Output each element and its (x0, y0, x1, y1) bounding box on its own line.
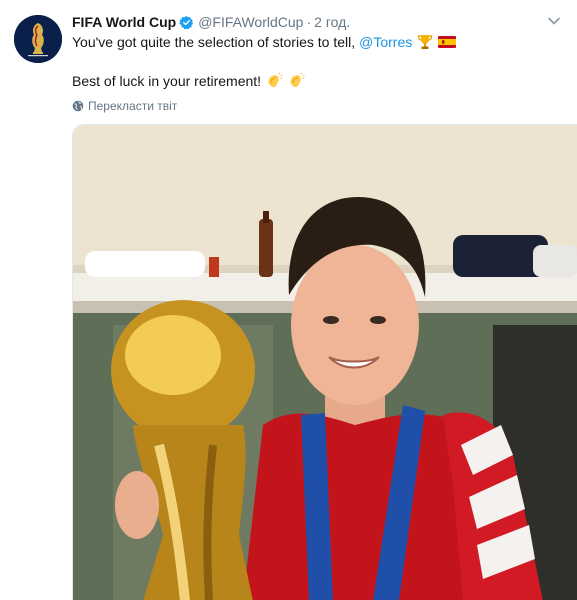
globe-icon (72, 100, 84, 112)
fifa-world-cup-logo-icon (14, 15, 62, 63)
translate-tweet-link[interactable]: Перекласти твіт (72, 99, 177, 113)
separator: · (306, 14, 312, 30)
author-handle[interactable]: @FIFAWorldCup (198, 14, 303, 30)
tweet-text: You've got quite the selection of storie… (72, 32, 562, 91)
clapping-hands-icon (268, 72, 283, 88)
tweet-text-line1: You've got quite the selection of storie… (72, 34, 356, 50)
avatar[interactable] (14, 15, 62, 63)
spain-flag-icon (438, 36, 457, 48)
verified-badge-icon (179, 15, 194, 29)
tweet-header: FIFA World Cup @FIFAWorldCup · 2 год. (72, 12, 350, 32)
mention-link[interactable]: @Torres (359, 32, 412, 52)
clapping-hands-icon (290, 72, 305, 88)
timestamp[interactable]: 2 год. (314, 14, 350, 30)
author-name[interactable]: FIFA World Cup (72, 14, 176, 30)
tweet-text-line2: Best of luck in your retirement! (72, 73, 262, 89)
tweet-photo[interactable] (72, 124, 577, 600)
chevron-down-icon[interactable] (547, 14, 561, 28)
translate-tweet-label: Перекласти твіт (88, 99, 178, 113)
photo-torres-with-world-cup-trophy (73, 125, 577, 600)
tweet[interactable]: FIFA World Cup @FIFAWorldCup · 2 год. Yo… (0, 0, 577, 600)
trophy-emoji-icon (418, 35, 433, 49)
